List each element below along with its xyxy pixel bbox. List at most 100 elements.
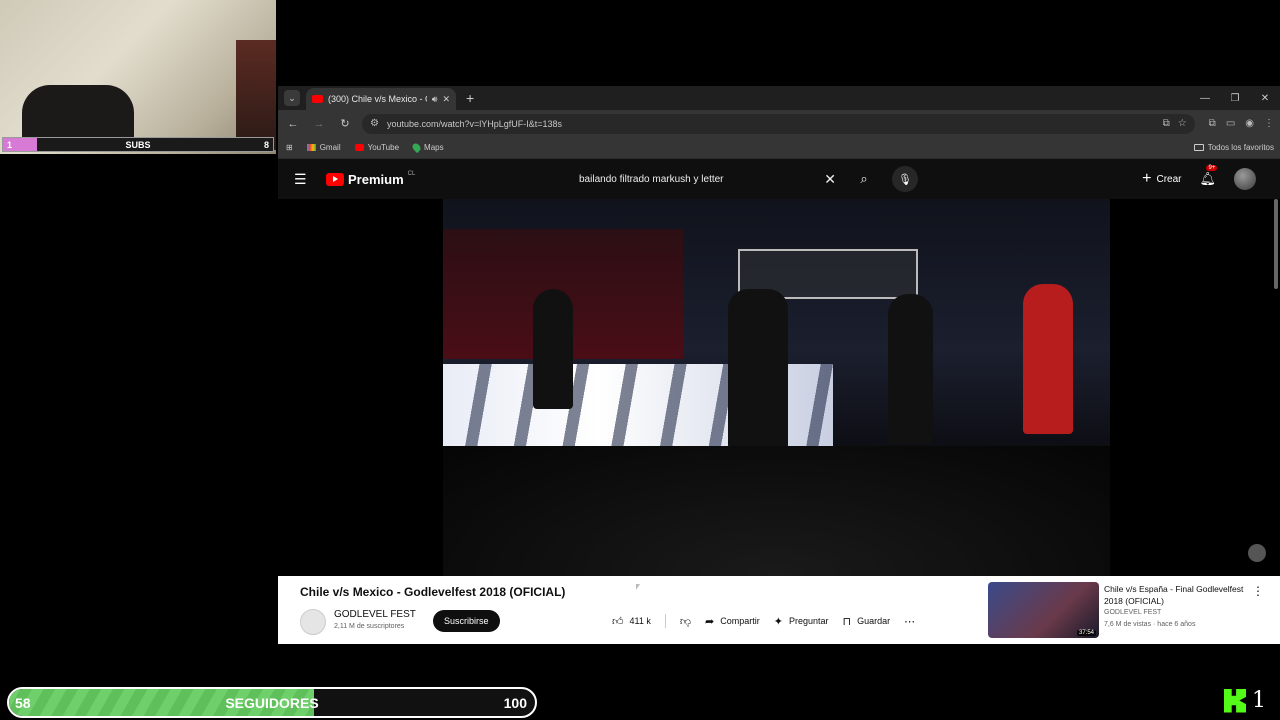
gmail-icon [306, 144, 316, 151]
reload-icon[interactable]: ↻ [336, 117, 354, 130]
video-crowd [443, 446, 1110, 576]
webcam-overlay: 1 SUBS 8 [0, 0, 276, 154]
subscribe-button[interactable]: Suscribirse [433, 610, 500, 632]
youtube-logo[interactable]: Premium CL [326, 171, 416, 187]
save-button[interactable]: ⊓ Guardar [843, 610, 891, 632]
youtube-favicon-icon [312, 95, 323, 103]
forward-icon[interactable]: → [310, 118, 328, 130]
followers-goal: 100 [503, 695, 527, 711]
bookmark-label: YouTube [367, 143, 400, 152]
more-horizontal-icon: ⋯ [904, 615, 916, 628]
dislike-button[interactable]: 👎︎ [680, 610, 691, 632]
channel-watermark-icon[interactable] [1248, 544, 1266, 562]
notifications-icon[interactable]: 🔔︎ 9+ [1199, 165, 1218, 187]
related-title[interactable]: Chile v/s España - Final Godlevelfest 20… [1104, 583, 1244, 607]
video-actions: 👍︎ 411 k 👎︎ ➦ Compartir ✦ Preguntar ⊓ Gu… [612, 610, 915, 632]
like-button[interactable]: 👍︎ 411 k [612, 610, 651, 632]
tab-close-icon[interactable]: ✕ [442, 94, 450, 105]
bookmark-youtube[interactable]: YouTube [354, 143, 400, 152]
divider [664, 614, 666, 628]
clear-search-icon[interactable]: ✕ [824, 171, 836, 188]
toolbar-right: ⧉ ▭ ◉ ⋮ [1209, 118, 1274, 129]
sparkle-icon: ✦ [773, 615, 783, 628]
channel-name[interactable]: GODLEVEL FEST [334, 609, 416, 620]
notification-badge: 9+ [1206, 165, 1218, 171]
country-code: CL [407, 171, 416, 177]
tab-search-button[interactable]: ⌄ [284, 90, 300, 106]
microphone-icon[interactable]: 🎙︎ [892, 166, 918, 192]
related-channel: GODLEVEL FEST [1104, 609, 1162, 616]
kick-viewers: 1 [1224, 688, 1266, 713]
video-person [728, 289, 788, 449]
kick-logo-icon [1224, 688, 1246, 713]
extensions-icon[interactable]: ⧉ [1209, 118, 1216, 129]
share-label: Compartir [720, 616, 760, 626]
create-label: Crear [1156, 173, 1182, 185]
apps-icon[interactable]: ⊞ [286, 143, 293, 152]
tab-active[interactable]: (300) Chile v/s Mexico - Go 🔊︎ ✕ [306, 88, 456, 110]
menu-icon[interactable]: ☰ [294, 171, 308, 188]
all-bookmarks-label: Todos los favoritos [1207, 143, 1274, 152]
thumbs-up-icon: 👍︎ [612, 615, 624, 628]
browser-window: ⌄ (300) Chile v/s Mexico - Go 🔊︎ ✕ + — ❐… [278, 86, 1280, 644]
subs-goal: 8 [263, 139, 269, 150]
tab-cast-icon[interactable]: ▭ [1226, 118, 1235, 129]
browser-menu-icon[interactable]: ⋮ [1264, 118, 1274, 129]
video-person [533, 289, 573, 409]
webcam-shelf [236, 40, 276, 150]
bookmark-star-icon[interactable]: ☆ [1178, 118, 1187, 129]
related-more-icon[interactable]: ⋮ [1252, 584, 1264, 598]
back-icon[interactable]: ← [284, 118, 302, 130]
kick-viewer-count: 1 [1252, 688, 1266, 713]
tab-strip: ⌄ (300) Chile v/s Mexico - Go 🔊︎ ✕ + — ❐… [278, 86, 1280, 110]
speaker-icon[interactable]: 🔊︎ [432, 94, 438, 105]
logo-text: Premium [348, 171, 404, 187]
channel-subscribers: 2,11 M de suscriptores [334, 623, 405, 630]
bookmark-maps[interactable]: Maps [410, 141, 444, 154]
search-box[interactable]: bailando filtrado markush y letter ✕ ⌕ 🎙… [568, 165, 918, 193]
share-button[interactable]: ➦ Compartir [705, 610, 760, 632]
video-frame[interactable] [443, 199, 1110, 576]
related-thumbnail[interactable]: 37:54 [988, 582, 1099, 638]
followers-goal-bar: 58 SEGUIDORES 100 [7, 687, 537, 718]
new-tab-button[interactable]: + [466, 90, 474, 106]
header-actions: + Crear 🔔︎ 9+ [1142, 159, 1256, 199]
related-video[interactable]: 37:54 Chile v/s España - Final Godlevelf… [988, 582, 1278, 638]
ask-label: Preguntar [788, 616, 829, 626]
related-duration: 37:54 [1076, 630, 1096, 636]
subs-progress-bar: 1 SUBS 8 [2, 137, 274, 152]
channel-avatar[interactable] [300, 609, 326, 635]
mouse-cursor-icon [636, 584, 640, 590]
more-actions-button[interactable]: ⋯ [904, 610, 915, 632]
url-text[interactable]: youtube.com/watch?v=lYHpLgfUF-I&t=138s [387, 119, 1155, 129]
avatar[interactable] [1234, 168, 1256, 190]
plus-icon: + [1142, 170, 1152, 187]
share-icon: ➦ [705, 615, 715, 628]
followers-label: SEGUIDORES [225, 695, 319, 711]
bookmarks-bar: ⊞ Gmail YouTube Maps Todos los favoritos [278, 137, 1280, 159]
search-icon[interactable]: ⌕ [850, 165, 878, 193]
thumbs-down-icon: 👎︎ [679, 615, 692, 628]
video-player[interactable] [278, 199, 1280, 576]
browser-toolbar: ← → ↻ ⚙ youtube.com/watch?v=lYHpLgfUF-I&… [278, 110, 1280, 137]
ask-button[interactable]: ✦ Preguntar [774, 610, 829, 632]
address-bar[interactable]: ⚙ youtube.com/watch?v=lYHpLgfUF-I&t=138s… [362, 113, 1195, 134]
restore-icon[interactable]: ❐ [1220, 93, 1250, 104]
create-button[interactable]: + Crear [1142, 170, 1181, 188]
all-bookmarks[interactable]: Todos los favoritos [1193, 143, 1274, 152]
save-label: Guardar [857, 616, 891, 626]
folder-icon [1193, 144, 1204, 151]
profile-icon[interactable]: ◉ [1245, 118, 1254, 129]
bookmark-gmail[interactable]: Gmail [306, 143, 341, 152]
minimize-icon[interactable]: — [1190, 93, 1220, 104]
youtube-header: ☰ Premium CL bailando filtrado markush y… [278, 159, 1280, 199]
video-info: Chile v/s Mexico - Godlevelfest 2018 (OF… [278, 576, 1280, 644]
install-app-icon[interactable]: ⧉ [1163, 118, 1170, 129]
page-scrollbar[interactable] [1274, 199, 1278, 289]
like-count: 411 k [629, 616, 651, 626]
close-window-icon[interactable]: ✕ [1250, 93, 1280, 104]
site-info-icon[interactable]: ⚙ [370, 118, 379, 129]
bookmark-label: Maps [424, 143, 444, 152]
search-input[interactable]: bailando filtrado markush y letter [568, 174, 824, 185]
video-person [1023, 284, 1073, 434]
